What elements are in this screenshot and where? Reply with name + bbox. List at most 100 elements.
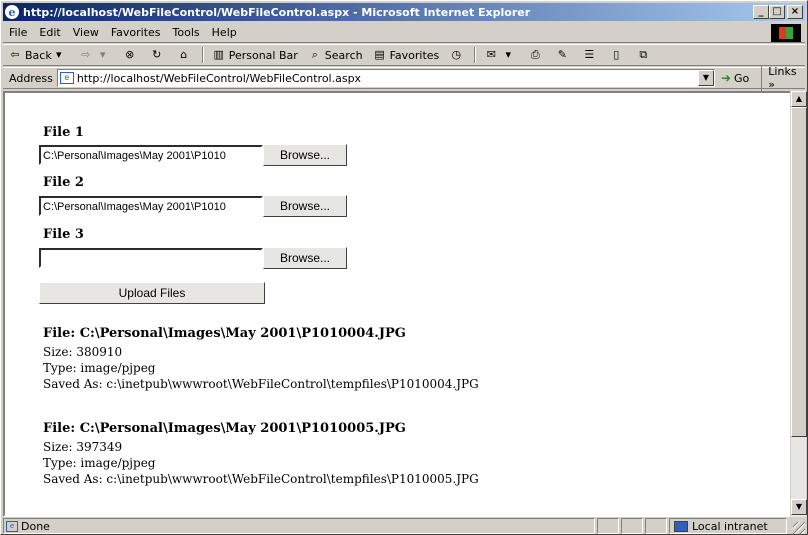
personal-bar-label: Personal Bar [228, 48, 298, 62]
status-bar: e Done Local intranet [3, 518, 805, 534]
page-content: File 1 C:\Personal\Images\May 2001\P1010… [3, 91, 790, 517]
file3-input[interactable] [39, 248, 263, 268]
scroll-down-icon[interactable]: ▼ [791, 499, 807, 515]
page-icon: e [59, 72, 74, 84]
menu-file[interactable]: File [3, 26, 33, 39]
refresh-icon: ↻ [152, 48, 162, 61]
vertical-scrollbar[interactable]: ▲ ▼ [790, 91, 807, 517]
windows-flag-icon [779, 27, 793, 39]
standard-toolbar: ⇦ Back ▾ ⇨ ▾ ⊗ ↻ ⌂ ▥ Personal Bar ⌕ Sear… [3, 44, 805, 66]
status-text: Done [21, 519, 50, 533]
status-pane-empty [621, 518, 643, 534]
browser-window: e http://localhost/WebFileControl/WebFil… [0, 0, 808, 535]
home-icon: ⌂ [180, 48, 188, 61]
address-url[interactable]: http://localhost/WebFileControl/WebFileC… [77, 72, 698, 85]
history-button[interactable]: ◷ [444, 48, 471, 62]
mail-dropdown-icon[interactable]: ▾ [501, 48, 515, 62]
address-dropdown-icon[interactable]: ▼ [697, 70, 714, 86]
window-controls: _ □ × [753, 5, 803, 19]
result-size: Size: 397349 [43, 440, 123, 454]
status-main-pane: e Done [3, 518, 595, 534]
personal-bar-button[interactable]: ▥ Personal Bar [207, 48, 303, 62]
discuss-button[interactable]: ☰ [577, 48, 604, 62]
status-pane-empty [597, 518, 619, 534]
upload-result: File: C:\Personal\Images\May 2001\P10100… [43, 326, 479, 392]
menu-help[interactable]: Help [206, 26, 243, 39]
research-button[interactable]: ▯ [604, 48, 631, 62]
stop-button[interactable]: ⊗ [118, 48, 145, 62]
forward-arrow-icon: ⇨ [81, 48, 91, 61]
toolbar-separator [474, 47, 477, 63]
scrollbar-thumb[interactable] [791, 107, 807, 437]
print-button[interactable]: ⎙ [523, 48, 550, 62]
edit-button[interactable]: ✎ [550, 48, 577, 62]
address-label: Address [9, 71, 53, 85]
favorites-icon: ▤ [374, 48, 385, 61]
stop-icon: ⊗ [125, 48, 135, 61]
upload-files-button[interactable]: Upload Files [39, 282, 265, 304]
mail-icon: ✉ [486, 48, 496, 61]
security-zone-pane: Local intranet [669, 518, 787, 534]
back-label: Back [25, 48, 52, 62]
result-file-name: File: C:\Personal\Images\May 2001\P10100… [43, 421, 406, 436]
messenger-icon: ⧉ [639, 48, 648, 61]
title-bar: e http://localhost/WebFileControl/WebFil… [3, 3, 805, 21]
result-saved-as: Saved As: c:\inetpub\wwwroot\WebFileCont… [43, 472, 479, 486]
address-bar: Address e http://localhost/WebFileContro… [3, 65, 805, 91]
menu-view[interactable]: View [67, 26, 105, 39]
file3-browse-button[interactable]: Browse... [263, 247, 347, 269]
file2-input[interactable]: C:\Personal\Images\May 2001\P1010 [39, 196, 263, 216]
messenger-button[interactable]: ⧉ [631, 48, 658, 62]
edit-icon: ✎ [557, 48, 567, 61]
menu-tools[interactable]: Tools [167, 26, 206, 39]
refresh-button[interactable]: ↻ [145, 48, 172, 62]
result-type: Type: image/pjpeg [43, 361, 156, 375]
result-saved-as: Saved As: c:\inetpub\wwwroot\WebFileCont… [43, 377, 479, 391]
close-button[interactable]: × [787, 5, 803, 19]
go-label: Go [734, 71, 750, 85]
mail-button[interactable]: ✉ ▾ [479, 48, 523, 62]
favorites-label: Favorites [389, 48, 440, 62]
research-icon: ▯ [613, 48, 620, 61]
home-button[interactable]: ⌂ [172, 48, 199, 62]
resize-grip-icon[interactable] [793, 522, 805, 534]
history-icon: ◷ [451, 48, 462, 61]
file2-label: File 2 [43, 175, 84, 190]
file1-label: File 1 [43, 125, 84, 140]
result-file-name: File: C:\Personal\Images\May 2001\P10100… [43, 326, 406, 341]
menu-favorites[interactable]: Favorites [105, 26, 167, 39]
zone-label: Local intranet [692, 519, 768, 533]
file2-browse-button[interactable]: Browse... [263, 195, 347, 217]
forward-button[interactable]: ⇨ ▾ [74, 48, 118, 62]
go-button[interactable]: ➜ Go [721, 71, 749, 85]
menu-bar: File Edit View Favorites Tools Help [3, 23, 805, 43]
address-input[interactable]: e http://localhost/WebFileControl/WebFil… [56, 69, 715, 87]
back-arrow-icon: ⇦ [10, 48, 20, 61]
result-size: Size: 380910 [43, 345, 123, 359]
personal-bar-icon: ▥ [213, 48, 224, 61]
back-button[interactable]: ⇦ Back ▾ [3, 48, 74, 62]
forward-dropdown-icon[interactable]: ▾ [96, 48, 110, 62]
maximize-button[interactable]: □ [769, 5, 785, 19]
result-type: Type: image/pjpeg [43, 456, 156, 470]
window-title: http://localhost/WebFileControl/WebFileC… [23, 5, 531, 19]
toolbar-separator [201, 47, 204, 63]
internet-explorer-icon: e [5, 5, 19, 19]
search-button[interactable]: ⌕ Search [303, 48, 368, 62]
file1-browse-button[interactable]: Browse... [263, 144, 347, 166]
links-button[interactable]: Links » [761, 65, 805, 91]
go-arrow-icon: ➜ [720, 71, 732, 85]
print-icon: ⎙ [530, 48, 540, 61]
status-pane-empty [645, 518, 667, 534]
scroll-up-icon[interactable]: ▲ [791, 91, 807, 107]
search-label: Search [324, 48, 363, 62]
file3-label: File 3 [43, 227, 84, 242]
menu-edit[interactable]: Edit [33, 26, 66, 39]
local-intranet-icon [674, 520, 688, 532]
file1-input[interactable]: C:\Personal\Images\May 2001\P1010 [39, 145, 263, 165]
search-icon: ⌕ [311, 48, 318, 61]
windows-logo-throbber [771, 24, 801, 42]
back-dropdown-icon[interactable]: ▾ [52, 48, 66, 62]
minimize-button[interactable]: _ [753, 5, 769, 19]
favorites-button[interactable]: ▤ Favorites [368, 48, 445, 62]
